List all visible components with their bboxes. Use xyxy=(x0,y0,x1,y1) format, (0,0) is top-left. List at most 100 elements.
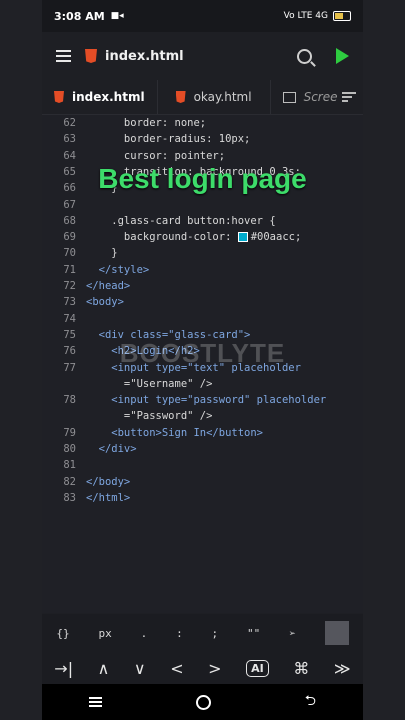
line-number: 69 xyxy=(63,231,76,244)
file-title: index.html xyxy=(105,48,184,64)
code-line[interactable]: 64 cursor: pointer; xyxy=(42,150,363,162)
line-number: 73 xyxy=(63,296,76,309)
code-line[interactable]: 78 <input type="password" placeholder xyxy=(42,394,363,406)
more-key[interactable]: ≫ xyxy=(334,659,351,678)
code-line[interactable]: 81 xyxy=(42,459,363,471)
line-number: 80 xyxy=(63,443,76,455)
keyboard-toggle[interactable] xyxy=(324,621,349,645)
code-text: </style> xyxy=(86,263,150,276)
navigation-key-row: →| ∧ ∨ < > AI ⌘ ≫ xyxy=(42,652,363,684)
home-icon[interactable] xyxy=(195,694,211,710)
up-arrow-key[interactable]: ∧ xyxy=(98,659,110,678)
ai-button[interactable]: AI xyxy=(246,659,269,677)
code-line[interactable]: 63 border-radius: 10px; xyxy=(42,133,363,145)
code-line[interactable]: 71 </style> xyxy=(42,264,363,276)
code-text: <input type="password" placeholder xyxy=(86,394,327,407)
line-number: 67 xyxy=(63,198,76,211)
recent-apps-icon[interactable] xyxy=(88,697,102,707)
code-line[interactable]: 72 </head> xyxy=(42,280,363,292)
code-line[interactable]: 82 </body> xyxy=(42,476,363,488)
line-number: 78 xyxy=(63,394,76,407)
network-indicators: Vo LTE 4G xyxy=(283,11,328,21)
html5-icon xyxy=(85,49,97,63)
code-line[interactable]: 69 background-color: #00aacc; xyxy=(42,231,363,243)
overlay-title: Best login page xyxy=(98,163,307,194)
tab-label: index.html xyxy=(72,90,145,104)
status-time: 3:08 AM xyxy=(54,9,105,23)
symbol-key[interactable]: . xyxy=(141,627,148,640)
video-record-icon: ■◂ xyxy=(110,11,124,21)
code-text: </html> xyxy=(86,491,131,504)
code-text: </div> xyxy=(86,443,137,455)
search-icon[interactable] xyxy=(297,48,312,64)
tab-index-html[interactable]: index.html xyxy=(42,80,158,114)
line-number: 62 xyxy=(63,117,76,129)
line-number: 64 xyxy=(63,149,76,162)
code-line[interactable]: 79 <button>Sign In</button> xyxy=(42,427,363,439)
code-text: ="Password" /> xyxy=(86,410,213,423)
code-editor[interactable]: 83 </html> 82 </body> 81 80 </div> 79 <button>… xyxy=(42,115,363,613)
status-bar: 3:08 AM ■◂ Vo LTE 4G xyxy=(42,0,363,32)
code-text: .glass-card button:hover { xyxy=(86,214,276,227)
symbol-key[interactable]: {} xyxy=(56,627,69,640)
code-text: ="Username" /> xyxy=(86,377,213,390)
line-number: 68 xyxy=(63,214,76,227)
menu-icon[interactable] xyxy=(56,50,71,62)
code-line[interactable]: 68 .glass-card button:hover { xyxy=(42,215,363,227)
symbol-key[interactable]: "" xyxy=(247,627,260,640)
code-text: border-radius: 10px; xyxy=(86,133,251,146)
run-play-icon[interactable] xyxy=(336,48,349,64)
line-number: 70 xyxy=(63,247,76,260)
file-tabs: index.html okay.html Scree xyxy=(42,80,363,115)
html5-icon xyxy=(175,91,186,103)
tab-okay-html[interactable]: okay.html xyxy=(158,80,271,114)
code-line[interactable]: ="Username" /> xyxy=(42,378,363,390)
code-line[interactable]: ="Password" /> xyxy=(42,410,363,422)
send-icon[interactable]: ➢ xyxy=(289,627,296,640)
code-text: background-color: #00aacc; xyxy=(86,231,302,244)
tab-key[interactable]: →| xyxy=(54,659,73,678)
symbol-key[interactable]: : xyxy=(176,627,183,640)
left-arrow-key[interactable]: < xyxy=(170,659,183,678)
symbol-key-row: {} px.:; "" ➢ xyxy=(42,614,363,652)
system-nav-bar: ⮌ xyxy=(42,684,363,720)
code-line[interactable]: 70 } xyxy=(42,247,363,259)
line-number: 63 xyxy=(63,133,76,146)
line-number: 82 xyxy=(63,475,76,488)
code-line[interactable]: 83 </html> xyxy=(42,492,363,504)
code-line[interactable]: 80 </div> xyxy=(42,443,363,455)
code-text: <body> xyxy=(86,296,124,309)
code-text: cursor: pointer; xyxy=(86,149,226,162)
line-number: 72 xyxy=(63,280,76,292)
symbol-key[interactable]: ; xyxy=(212,627,219,640)
line-number: 71 xyxy=(63,263,76,276)
code-line[interactable]: 62 border: none; xyxy=(42,117,363,129)
watermark: BOOSTLYTE xyxy=(119,338,286,368)
line-number: 79 xyxy=(63,426,76,439)
tab-screen[interactable]: Scree xyxy=(271,80,342,114)
status-icons: Vo LTE 4G xyxy=(284,11,351,21)
command-key[interactable]: ⌘ xyxy=(293,659,309,678)
right-arrow-key[interactable]: > xyxy=(208,659,221,678)
code-text: border: none; xyxy=(86,117,207,129)
back-icon[interactable]: ⮌ xyxy=(305,690,316,714)
line-number: 74 xyxy=(63,312,76,325)
color-swatch xyxy=(237,232,248,243)
code-text: </body> xyxy=(86,475,131,488)
sort-icon[interactable] xyxy=(341,92,356,102)
tab-label: Scree xyxy=(303,90,338,104)
code-line[interactable]: 74 xyxy=(42,313,363,325)
down-arrow-key[interactable]: ∨ xyxy=(134,659,146,678)
symbol-key[interactable]: px xyxy=(99,627,112,640)
phone-screen: 3:08 AM ■◂ Vo LTE 4G index.html index.ht… xyxy=(42,0,363,720)
code-line[interactable]: 67 xyxy=(42,199,363,211)
line-number xyxy=(42,410,86,422)
right-margin xyxy=(363,0,405,720)
battery-icon xyxy=(333,11,351,21)
code-line[interactable]: 73 <body> xyxy=(42,296,363,308)
image-icon xyxy=(282,91,296,103)
tab-label: okay.html xyxy=(193,90,252,104)
